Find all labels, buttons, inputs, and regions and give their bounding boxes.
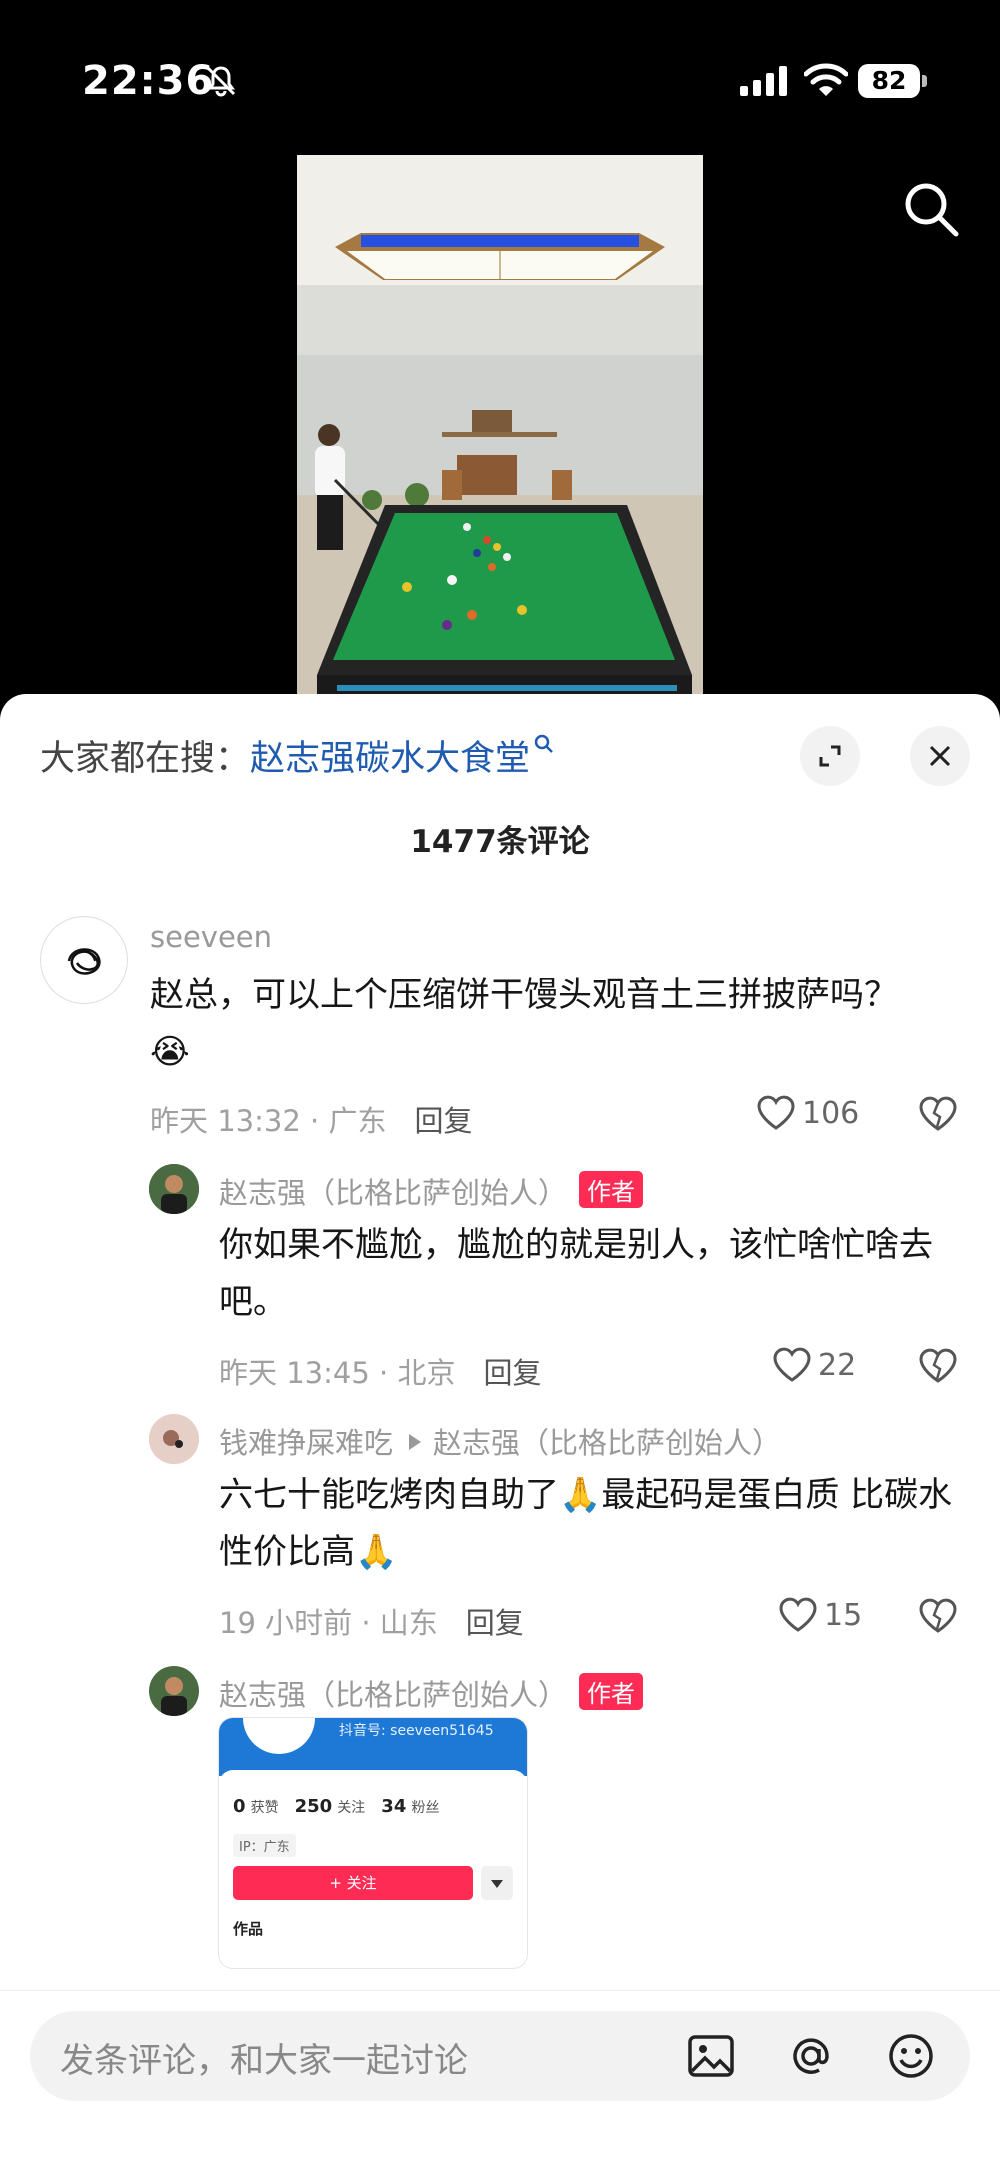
reply-time-location: 19 小时前 · 山东 (219, 1606, 438, 1640)
close-button[interactable] (910, 726, 970, 786)
wifi-icon (804, 63, 848, 96)
reply-time-location: 昨天 13:45 · 北京 (219, 1356, 456, 1390)
reply-username: 赵志强（比格比萨创始人） 作者 (219, 1672, 644, 1714)
dropdown-icon (481, 1866, 513, 1900)
expand-button[interactable] (800, 726, 860, 786)
douyin-id: 抖音号: seeveen51645 (339, 1723, 494, 1739)
hot-search-term[interactable]: 赵志强碳水大食堂 (250, 739, 530, 779)
expand-icon (819, 745, 841, 767)
comment-input-bar: 发条评论，和大家一起讨论 (0, 1990, 1000, 2174)
search-icon[interactable] (900, 178, 962, 240)
like-button[interactable]: 106 (756, 1094, 859, 1132)
works-label: 作品 (233, 1920, 264, 1938)
profile-stats: 0 获赞 250 关注 34 粉丝 (233, 1796, 440, 1817)
reply-username: 钱难挣屎难吃 赵志强（比格比萨创始人） (219, 1426, 782, 1460)
comment-username[interactable]: seeveen (150, 920, 272, 954)
comment-meta: 昨天 13:32 · 广东 回复 (150, 1098, 472, 1140)
comment-time-location: 昨天 13:32 · 广东 (150, 1104, 387, 1138)
reply-button[interactable]: 回复 (466, 1606, 524, 1640)
dislike-icon[interactable] (918, 1596, 958, 1636)
status-time: 22:36 (82, 58, 215, 104)
like-button[interactable]: 22 (772, 1346, 856, 1384)
reply-meta: 昨天 13:45 · 北京 回复 (219, 1350, 541, 1392)
like-count: 106 (802, 1095, 860, 1131)
avatar[interactable] (149, 1414, 199, 1464)
comment-input[interactable]: 发条评论，和大家一起讨论 (30, 2011, 970, 2101)
reply-to-username[interactable]: 赵志强（比格比萨创始人） (433, 1426, 781, 1460)
author-badge: 作者 (579, 1673, 644, 1710)
avatar[interactable] (149, 1666, 199, 1716)
like-button[interactable]: 15 (778, 1596, 862, 1634)
dislike-icon[interactable] (918, 1094, 958, 1134)
status-bar: 22:36 82 (0, 0, 1000, 150)
comment-count: 1477条评论 (410, 824, 590, 860)
signal-icon (740, 66, 787, 96)
like-count: 22 (818, 1347, 857, 1383)
hot-search-bar[interactable]: 大家都在搜：赵志强碳水大食堂 (40, 730, 556, 781)
profile-ip: IP：广东 (233, 1834, 296, 1857)
battery-icon: 82 (858, 64, 928, 98)
reply-text: 六七十能吃烤肉自助了🙏最起码是蛋白质 比碳水性价比高🙏 (219, 1475, 953, 1572)
emoji-icon[interactable] (886, 2031, 936, 2081)
reply-button[interactable]: 回复 (483, 1356, 541, 1390)
reply-to-arrow-icon (409, 1434, 422, 1450)
battery-level: 82 (858, 64, 920, 98)
scribble-avatar-icon (67, 948, 101, 975)
comments-sheet: 大家都在搜：赵志强碳水大食堂 1477条评论 seeveen 赵总，可以上个压缩… (0, 694, 1000, 2174)
avatar[interactable] (149, 1164, 199, 1214)
crying-emoji: 😭 (150, 1032, 190, 1072)
pray-emoji: 🙏 (559, 1475, 602, 1515)
search-icon (534, 734, 553, 753)
reply-meta: 19 小时前 · 山东 回复 (219, 1600, 524, 1642)
comment-input-placeholder: 发条评论，和大家一起讨论 (60, 2041, 468, 2081)
mute-bell-icon (206, 66, 236, 97)
comment-image[interactable]: 抖音号: seeveen51645 0 获赞 250 关注 34 粉丝 IP：广东 … (219, 1718, 527, 1968)
heart-icon (779, 1597, 817, 1632)
heart-icon (773, 1347, 811, 1382)
dislike-icon[interactable] (918, 1346, 958, 1386)
avatar[interactable] (40, 916, 128, 1004)
heart-icon (757, 1095, 795, 1130)
close-icon (929, 745, 951, 767)
video-player[interactable] (297, 155, 703, 705)
like-count: 15 (824, 1597, 863, 1633)
reply-username: 赵志强（比格比萨创始人） 作者 (219, 1170, 644, 1212)
reply-text: 你如果不尴尬，尴尬的就是别人，该忙啥忙啥去吧。 (219, 1225, 933, 1322)
image-icon[interactable] (686, 2031, 736, 2081)
reply-button[interactable]: 回复 (414, 1104, 472, 1138)
comment-text: 赵总，可以上个压缩饼干馒头观音土三拼披萨吗？ 😭 (150, 975, 898, 1072)
at-icon[interactable] (786, 2031, 836, 2081)
follow-button: + 关注 (233, 1866, 473, 1900)
author-badge: 作者 (579, 1171, 644, 1208)
hot-search-label: 大家都在搜： (40, 739, 251, 779)
pray-emoji: 🙏 (355, 1532, 398, 1572)
